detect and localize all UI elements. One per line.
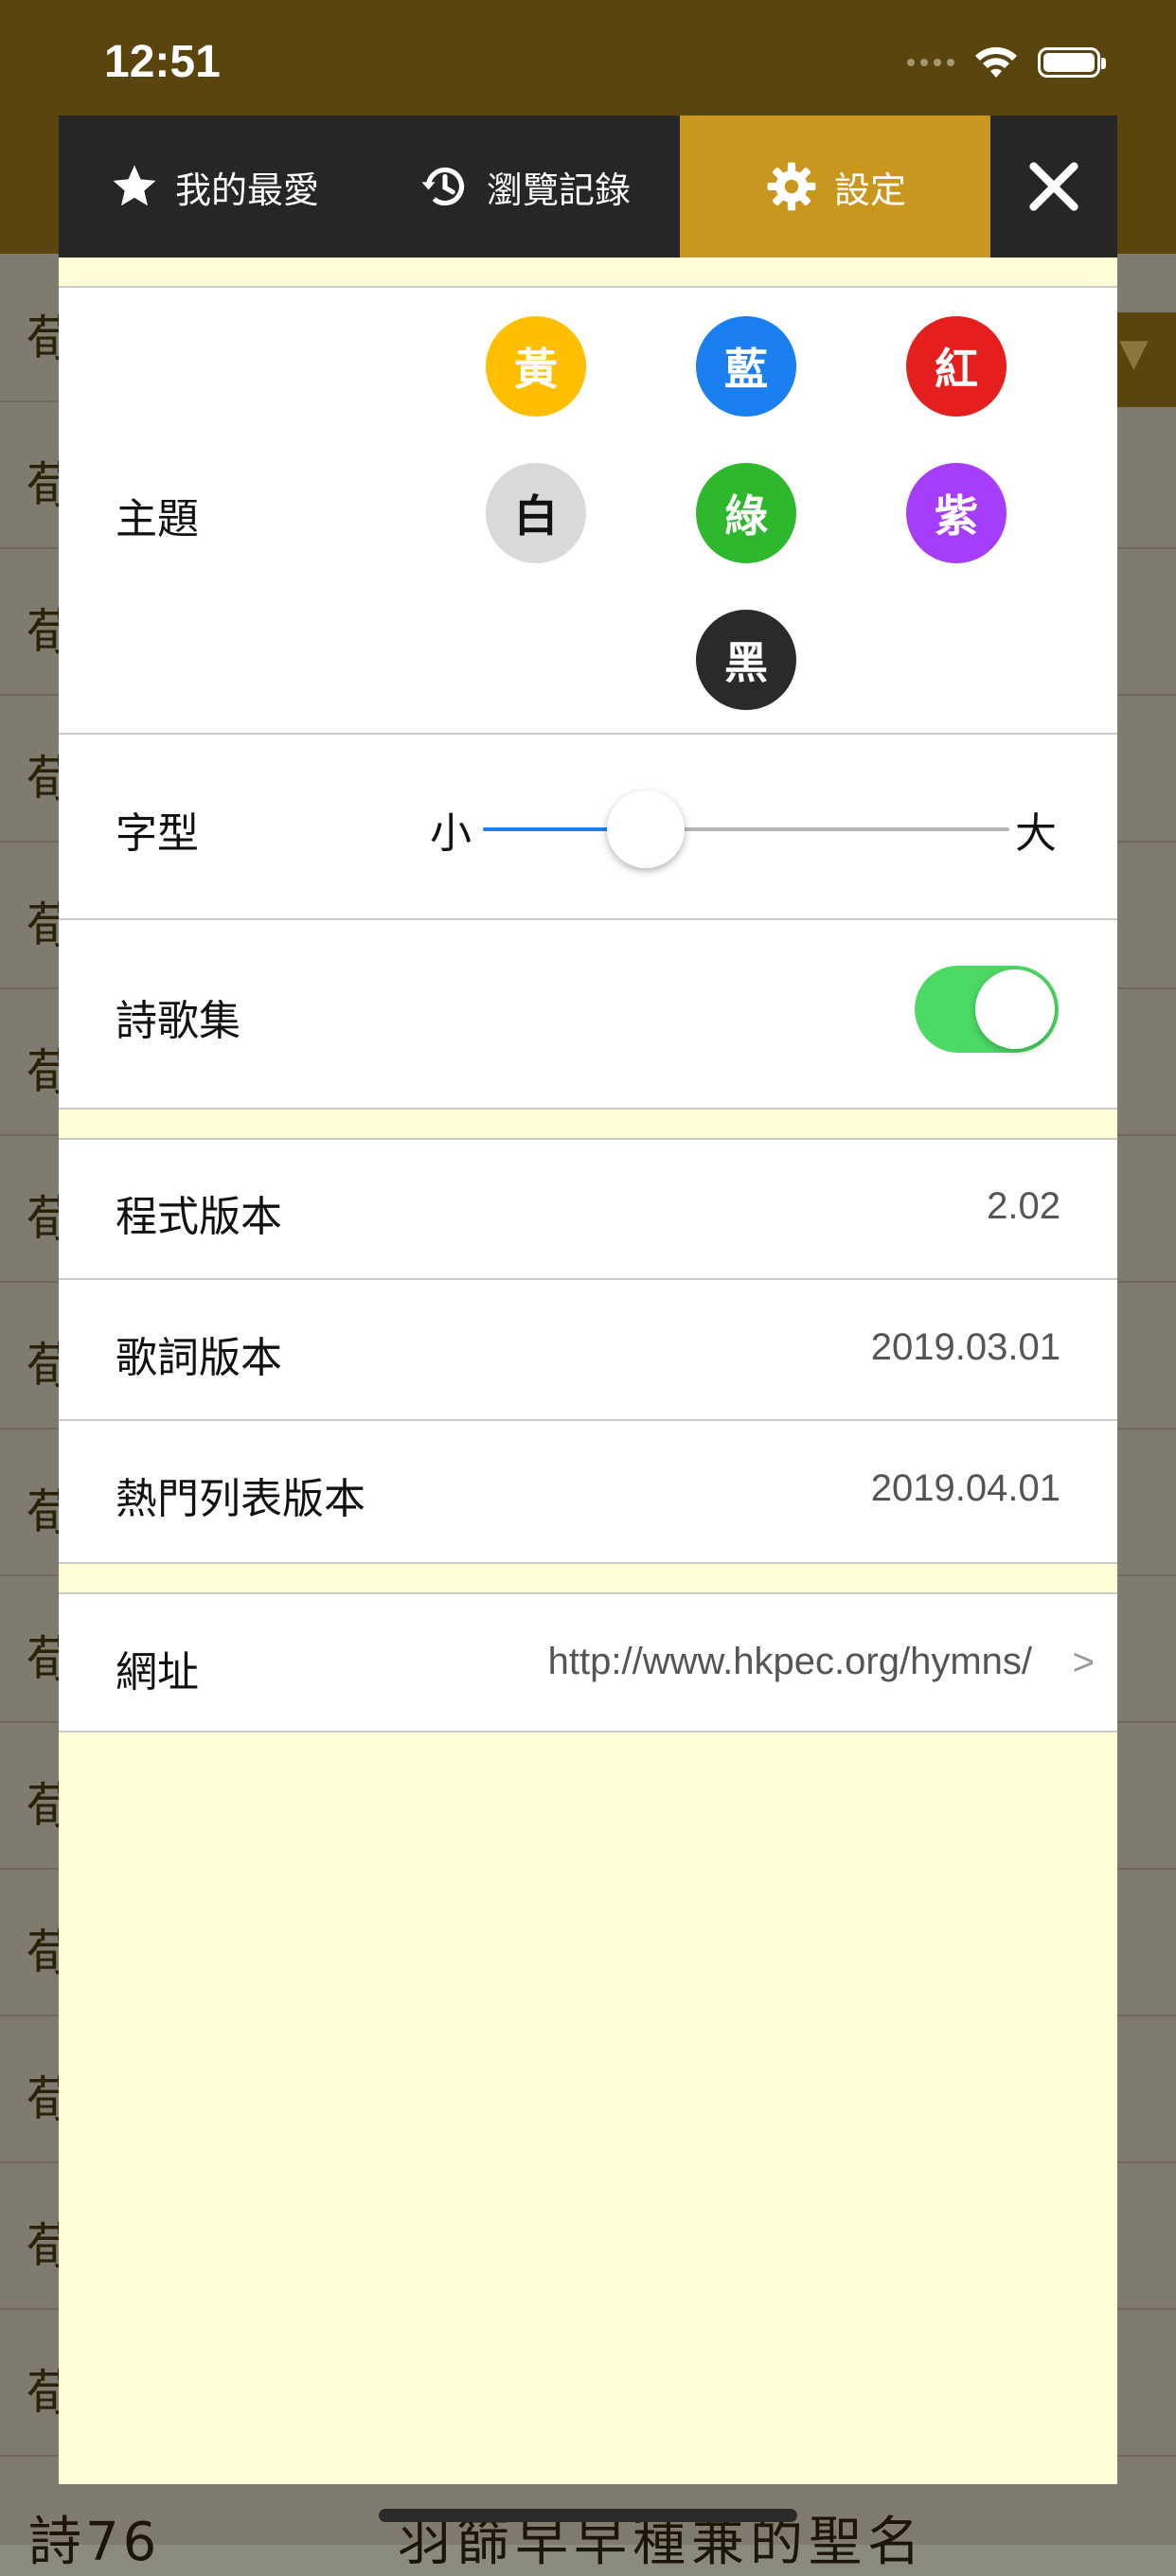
font-min-label: 小 [430,809,472,858]
version-section: 程式版本 2.02 歌詞版本 2019.03.01 熱門列表版本 2019.04… [59,1138,1117,1564]
tab-bar: 我的最愛 瀏覽記錄 設定 [59,115,1117,258]
close-icon [1029,162,1078,211]
gear-icon [767,162,816,211]
website-label: 網址 [116,1648,199,1697]
theme-yellow[interactable]: 黃 [486,316,586,417]
close-button[interactable] [990,115,1117,258]
theme-green[interactable]: 綠 [696,463,796,563]
theme-label: 主題 [116,495,199,543]
font-label: 字型 [116,809,199,858]
theme-black[interactable]: 黑 [696,610,796,710]
website-link[interactable]: http://www.hkpec.org/hymns/ [548,1641,1032,1683]
lyrics-version-value: 2019.03.01 [870,1326,1060,1368]
theme-red[interactable]: 紅 [906,316,1007,417]
home-indicator [379,2509,797,2522]
font-slider-knob[interactable] [607,791,686,868]
wifi-icon [975,46,1017,78]
theme-white[interactable]: 白 [486,463,586,563]
divider [59,733,1117,735]
popular-list-version-label: 熱門列表版本 [116,1475,365,1523]
tab-favorites[interactable]: 我的最愛 [59,115,369,258]
hymnal-label: 詩歌集 [116,997,241,1045]
theme-purple[interactable]: 紫 [906,463,1007,563]
theme-blue[interactable]: 藍 [696,316,796,417]
tab-history[interactable]: 瀏覽記錄 [369,115,680,258]
status-time: 12:51 [104,37,221,87]
signal-icon [907,59,954,66]
app-version-label: 程式版本 [116,1193,282,1241]
lyrics-version-label: 歌詞版本 [116,1334,282,1382]
tab-settings[interactable]: 設定 [680,115,990,258]
display-settings-section: 主題 黃 藍 紅 白 綠 紫 黑 字型 小 大 詩歌集 [59,286,1117,1110]
divider [59,918,1117,920]
hymnal-toggle-knob [975,969,1055,1049]
star-icon [113,165,156,206]
website-row[interactable]: 網址 http://www.hkpec.org/hymns/ > [59,1594,1117,1731]
divider [59,1419,1117,1421]
battery-icon [1038,47,1106,78]
background-bottom-number: 詩76 [28,2512,161,2573]
tab-history-label: 瀏覽記錄 [486,169,631,211]
divider [59,1278,1117,1280]
hymnal-toggle[interactable] [915,966,1059,1053]
tab-favorites-label: 我的最愛 [174,169,319,211]
history-icon [421,167,465,206]
status-indicators [907,42,1106,83]
font-max-label: 大 [1015,809,1057,858]
tab-settings-label: 設定 [833,169,906,211]
background-dropdown: ▼ [1110,312,1176,407]
settings-panel: 我的最愛 瀏覽記錄 設定 主題 黃 藍 紅 白 綠 紫 黑 字型 小 大 詩歌集… [59,115,1117,2484]
chevron-right-icon: > [1072,1642,1095,1683]
website-section: 網址 http://www.hkpec.org/hymns/ > [59,1592,1117,1732]
app-version-value: 2.02 [987,1185,1060,1227]
popular-list-version-value: 2019.04.01 [870,1467,1060,1509]
